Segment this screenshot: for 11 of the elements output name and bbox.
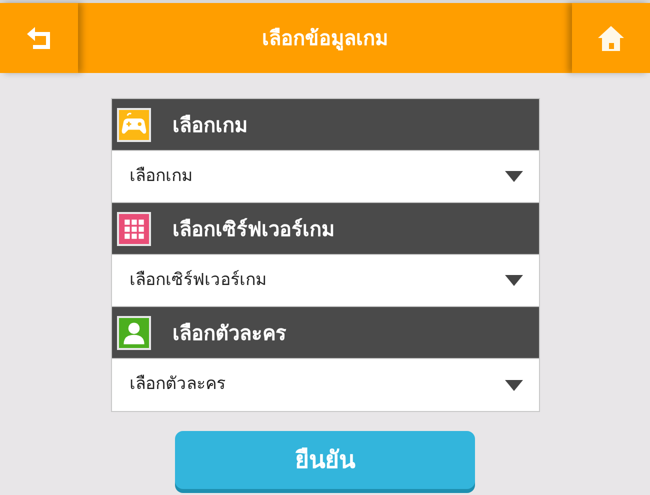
page-title: เลือกข้อมูลเกม bbox=[262, 25, 388, 52]
home-button[interactable] bbox=[572, 3, 650, 73]
section-title: เลือกเซิร์ฟเวอร์เกม bbox=[172, 216, 334, 242]
back-icon bbox=[25, 25, 53, 51]
section-title: เลือกตัวละคร bbox=[172, 320, 286, 346]
dropdown-caret-icon bbox=[504, 171, 522, 182]
dropdown-caret-icon bbox=[504, 380, 522, 390]
back-button[interactable] bbox=[0, 3, 78, 73]
home-icon bbox=[596, 24, 626, 52]
section-title: เลือกเกม bbox=[172, 112, 248, 138]
dropdown-caret-icon bbox=[504, 275, 522, 286]
